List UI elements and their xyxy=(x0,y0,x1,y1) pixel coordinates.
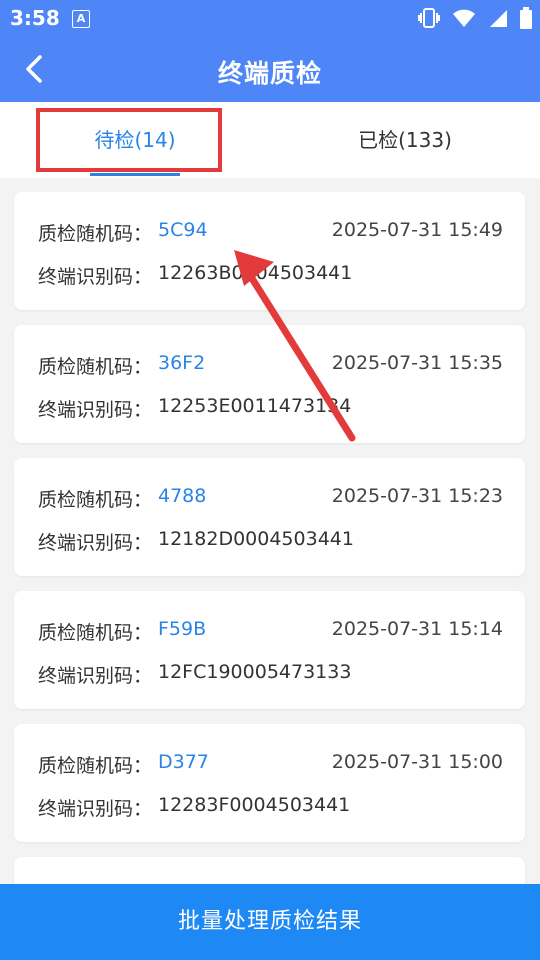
terminal-id-label: 终端识别码： xyxy=(38,665,153,687)
random-code-value: D377 xyxy=(158,751,209,773)
record-list[interactable]: 质检随机码： 5C94 2025-07-31 15:49 终端识别码： 1226… xyxy=(0,178,540,884)
record-card[interactable]: 质检随机码： 5C94 2025-07-31 15:49 终端识别码： 1226… xyxy=(14,192,525,310)
random-code-label: 质检随机码： xyxy=(38,223,153,245)
terminal-id-value: 12FC190005473133 xyxy=(158,661,352,683)
signal-icon xyxy=(490,10,507,27)
record-time: 2025-07-31 15:00 xyxy=(331,751,503,773)
tab-pending-label: 待检(14) xyxy=(94,128,176,152)
random-code-value: 36F2 xyxy=(158,352,206,374)
tab-checked-label: 已检(133) xyxy=(358,128,452,152)
tab-checked[interactable]: 已检(133) xyxy=(270,102,540,178)
tab-bar: 待检(14) 已检(133) xyxy=(0,102,540,178)
font-a-icon: A xyxy=(72,10,90,28)
tab-pending[interactable]: 待检(14) xyxy=(0,102,270,178)
record-time: 2025-07-31 15:35 xyxy=(331,352,503,374)
wifi-icon xyxy=(453,9,475,27)
record-card[interactable]: 质检随机码： F59B 2025-07-31 15:14 终端识别码： 12FC… xyxy=(14,591,525,709)
terminal-id-label: 终端识别码： xyxy=(38,798,153,820)
random-code-label: 质检随机码： xyxy=(38,755,153,777)
terminal-id-label: 终端识别码： xyxy=(38,399,153,421)
app-bar: 终端质检 xyxy=(0,36,540,102)
random-code-value: 5C94 xyxy=(158,219,208,241)
random-code-label: 质检随机码： xyxy=(38,622,153,644)
record-card-partial[interactable] xyxy=(14,857,525,884)
record-card[interactable]: 质检随机码： 36F2 2025-07-31 15:35 终端识别码： 1225… xyxy=(14,325,525,443)
terminal-id-value: 12182D0004503441 xyxy=(158,528,354,550)
record-time: 2025-07-31 15:14 xyxy=(331,618,503,640)
terminal-id-value: 12263B0004503441 xyxy=(158,262,353,284)
vibrate-icon xyxy=(418,8,440,28)
batch-process-button[interactable]: 批量处理质检结果 xyxy=(0,884,540,960)
status-time: 3:58 xyxy=(10,6,60,30)
terminal-id-value: 12253E0011473134 xyxy=(158,395,352,417)
tab-active-indicator xyxy=(90,173,180,176)
record-time: 2025-07-31 15:23 xyxy=(331,485,503,507)
random-code-value: 4788 xyxy=(158,485,207,507)
terminal-id-label: 终端识别码： xyxy=(38,532,153,554)
random-code-value: F59B xyxy=(158,618,207,640)
record-card[interactable]: 质检随机码： 4788 2025-07-31 15:23 终端识别码： 1218… xyxy=(14,458,525,576)
terminal-id-label: 终端识别码： xyxy=(38,266,153,288)
random-code-label: 质检随机码： xyxy=(38,489,153,511)
status-icons xyxy=(418,7,532,29)
status-bar: 3:58 A xyxy=(0,0,540,36)
record-time: 2025-07-31 15:49 xyxy=(331,219,503,241)
terminal-id-value: 12283F0004503441 xyxy=(158,794,351,816)
random-code-label: 质检随机码： xyxy=(38,356,153,378)
page-title: 终端质检 xyxy=(217,59,322,88)
record-card[interactable]: 质检随机码： D377 2025-07-31 15:00 终端识别码： 1228… xyxy=(14,724,525,842)
battery-icon xyxy=(520,7,532,29)
